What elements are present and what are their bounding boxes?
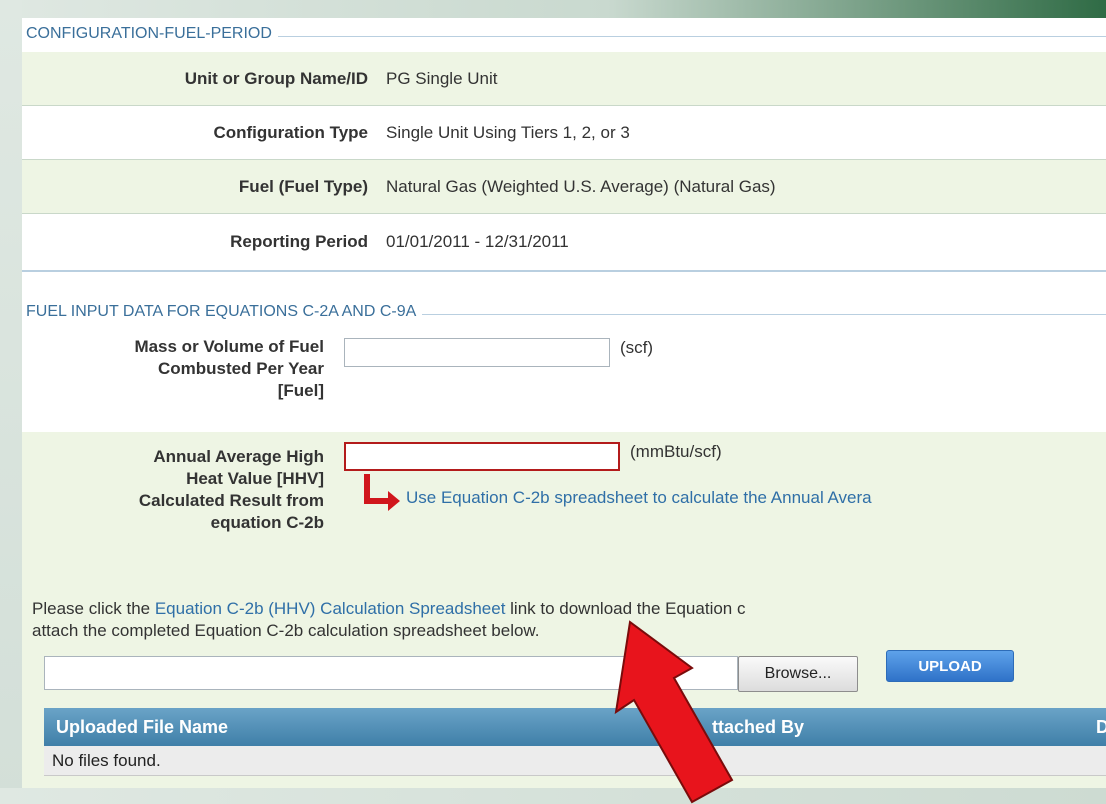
calculation-spreadsheet-link[interactable]: Equation C-2b (HHV) Calculation Spreadsh… xyxy=(155,599,506,618)
mass-volume-unit: (scf) xyxy=(620,338,654,357)
hhv-input[interactable] xyxy=(344,442,620,471)
annotation-arrow-icon xyxy=(614,620,734,804)
upload-button[interactable]: UPLOAD xyxy=(886,650,1014,682)
config-value: Natural Gas (Weighted U.S. Average) (Nat… xyxy=(386,176,776,196)
column-header-file-name[interactable]: Uploaded File Name xyxy=(56,717,228,738)
config-value: 01/01/2011 - 12/31/2011 xyxy=(386,232,569,251)
config-label: Unit or Group Name/ID xyxy=(184,68,368,88)
corner-arrow-icon xyxy=(364,474,400,511)
empty-table-message: No files found. xyxy=(52,751,161,770)
equation-spreadsheet-link[interactable]: Use Equation C-2b spreadsheet to calcula… xyxy=(406,488,872,508)
fuel-section-title: FUEL INPUT DATA FOR EQUATIONS C-2A AND C… xyxy=(26,303,423,321)
frame-top-border xyxy=(0,0,1106,18)
config-row-fuel: Fuel (Fuel Type) Natural Gas (Weighted U… xyxy=(22,160,1106,214)
config-value: PG Single Unit xyxy=(386,68,498,88)
mass-volume-label: Mass or Volume of Fuel Combusted Per Yea… xyxy=(134,337,324,400)
frame-left-border xyxy=(0,0,22,804)
config-section-title: CONFIGURATION-FUEL-PERIOD xyxy=(26,25,278,43)
mass-volume-row: Mass or Volume of Fuel Combusted Per Yea… xyxy=(22,326,1106,432)
config-row-unit: Unit or Group Name/ID PG Single Unit xyxy=(22,52,1106,106)
mass-volume-input[interactable] xyxy=(344,338,610,367)
config-label: Configuration Type xyxy=(213,122,368,142)
config-row-period: Reporting Period 01/01/2011 - 12/31/2011 xyxy=(22,214,1106,272)
column-header-date[interactable]: D xyxy=(1096,717,1106,738)
config-row-type: Configuration Type Single Unit Using Tie… xyxy=(22,106,1106,160)
config-label: Reporting Period xyxy=(230,232,368,251)
hhv-unit: (mmBtu/scf) xyxy=(630,442,722,461)
config-label: Fuel (Fuel Type) xyxy=(238,176,368,196)
frame-bottom-border xyxy=(0,788,1106,804)
hhv-label: Annual Average High Heat Value [HHV] Cal… xyxy=(138,447,324,532)
config-value: Single Unit Using Tiers 1, 2, or 3 xyxy=(386,122,630,142)
hhv-row: Annual Average High Heat Value [HHV] Cal… xyxy=(22,432,1106,558)
